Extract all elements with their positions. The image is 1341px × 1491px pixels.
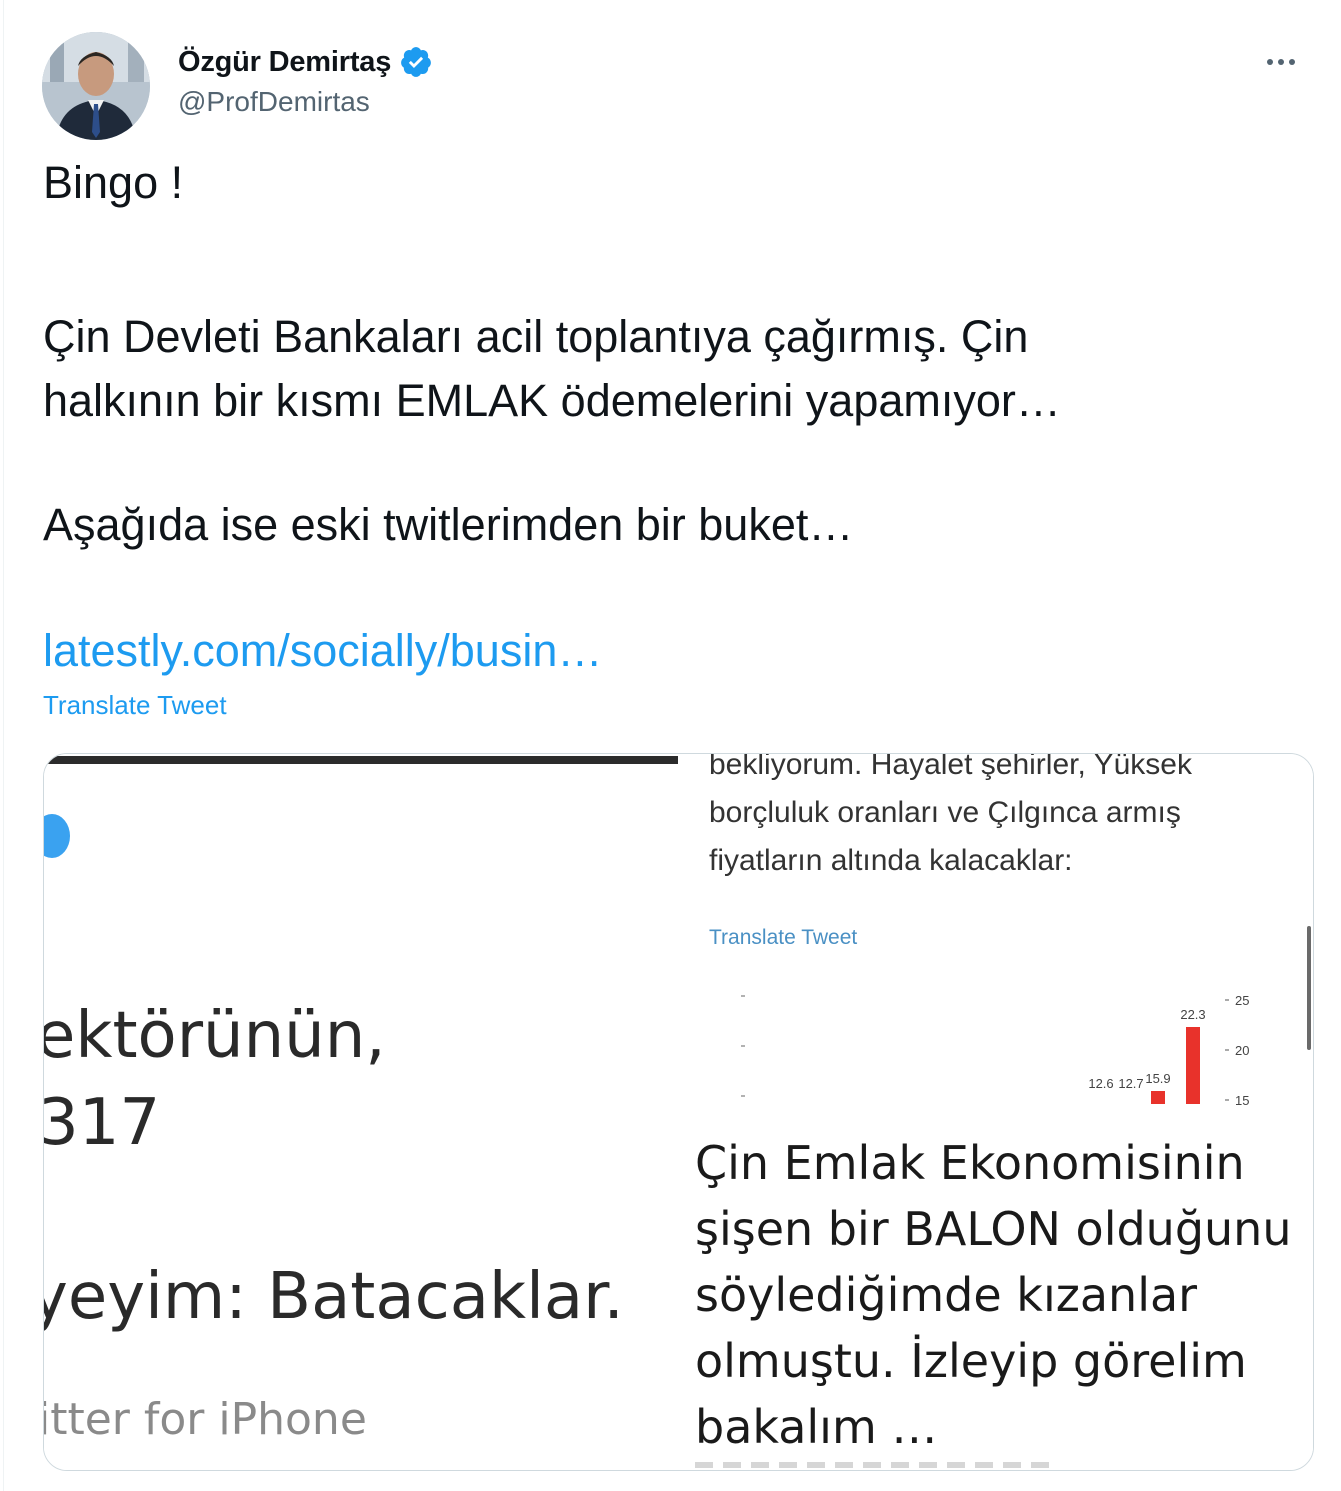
bar-value-label: 12.7: [1118, 1076, 1143, 1091]
more-horizontal-icon: [1289, 59, 1295, 65]
media-image-right[interactable]: bekliyorum. Hayalet şehirler, Yüksek bor…: [681, 754, 1313, 1470]
bar-value-label: 12.6: [1088, 1076, 1113, 1091]
bar-value-label: 22.3: [1180, 1007, 1205, 1022]
image-text-line: olmuştu. İzleyip görelim: [695, 1334, 1247, 1388]
y-tick-label: 15: [1235, 1093, 1249, 1108]
image-translate-label: Translate Tweet: [709, 926, 858, 949]
image-text-line: söylediğimde kızanlar: [695, 1268, 1198, 1322]
image-text-line: bakalım …: [695, 1400, 938, 1454]
media-image-left[interactable]: ektörünün, 317 yeyim: Batacaklar. itter …: [44, 754, 678, 1470]
tweet-text-line: Aşağıda ise eski twitlerimden bir buket…: [43, 499, 854, 550]
more-horizontal-icon: [1278, 59, 1284, 65]
author-name[interactable]: Özgür Demirtaş: [178, 46, 391, 79]
image-text-line: Çin Emlak Ekonomisinin: [695, 1136, 1245, 1190]
timeline-border: [3, 0, 4, 1491]
image-text-line: şişen bir BALON olduğunu: [695, 1202, 1292, 1256]
image-text-line: itter for iPhone: [44, 1394, 367, 1445]
image-header-bar: [44, 756, 678, 764]
author-handle[interactable]: @ProfDemirtas: [178, 86, 433, 118]
media-grid: ektörünün, 317 yeyim: Batacaklar. itter …: [43, 753, 1314, 1471]
tweet-link[interactable]: latestly.com/socially/busin…: [43, 618, 602, 684]
image-text-line: yeyim: Batacaklar.: [44, 1260, 624, 1334]
image-scrollbar: [1307, 926, 1311, 1050]
y-tick-label: 20: [1235, 1043, 1249, 1058]
author-block: Özgür Demirtaş @ProfDemirtas: [178, 40, 433, 118]
image-cut-text: [695, 1462, 1055, 1468]
verified-badge-fragment-icon: [44, 814, 70, 858]
more-horizontal-icon: [1267, 59, 1273, 65]
image-text-line: 317: [44, 1086, 161, 1160]
avatar[interactable]: [42, 32, 150, 140]
translate-tweet-link[interactable]: Translate Tweet: [43, 690, 227, 721]
verified-badge-icon: [401, 47, 432, 77]
bar-value-label: 15.9: [1145, 1071, 1170, 1086]
image-text-line: fiyatların altında kalacaklar:: [709, 844, 1073, 877]
y-tick-label: 25: [1235, 993, 1249, 1008]
bar: [1186, 1027, 1200, 1104]
tweet-text-line: Bingo !: [43, 157, 184, 208]
bar: [1151, 1091, 1165, 1104]
avatar-photo: [42, 32, 150, 140]
image-text-line: ektörünün,: [44, 999, 386, 1073]
bar-chart: 25 20 15 12.6 12.7 15.9 22.3: [741, 993, 1249, 1108]
tweet-text-line: halkının bir kısmı EMLAK ödemelerini yap…: [43, 375, 1061, 426]
image-text-line: bekliyorum. Hayalet şehirler, Yüksek: [709, 754, 1192, 781]
more-options-button[interactable]: [1261, 44, 1301, 80]
image-text-line: borçluluk oranları ve Çılgınca armış: [709, 796, 1181, 829]
author-name-row: Özgür Demirtaş: [178, 40, 433, 84]
tweet-text-line: Çin Devleti Bankaları acil toplantıya ça…: [43, 311, 1029, 362]
